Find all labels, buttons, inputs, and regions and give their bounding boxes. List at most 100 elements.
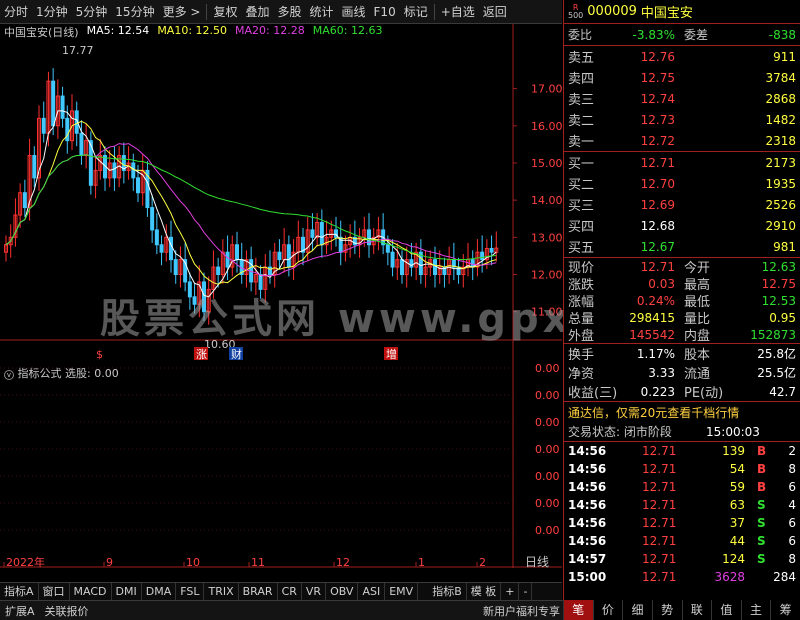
toolbar-button[interactable]: 返回: [479, 3, 511, 20]
toolbar-button[interactable]: 更多 >: [159, 3, 205, 20]
stat-value: 0.223: [640, 384, 675, 399]
tick-side: B: [757, 480, 767, 494]
toolbar-button[interactable]: 画线: [338, 3, 370, 20]
stat-row: 总量 298415 量比 0.95: [564, 309, 800, 328]
ma60-line: [5, 154, 497, 261]
indicator-tab[interactable]: BRAR: [239, 582, 278, 601]
promo-row[interactable]: 通达信，仅需20元查看千档行情: [564, 402, 800, 422]
candle-body: [202, 281, 206, 313]
toolbar-button[interactable]: 5分钟: [72, 3, 112, 20]
toolbar-button[interactable]: 统计: [306, 3, 338, 20]
stat-row: 涨跌 0.03 最高 12.75: [564, 275, 800, 294]
quote-tab[interactable]: 势: [651, 600, 682, 620]
stock-name: 中国宝安: [640, 6, 693, 21]
indicator-tab[interactable]: 窗口: [39, 582, 70, 601]
indicator-tab[interactable]: -: [519, 582, 533, 601]
order-book-label: 卖五: [568, 51, 595, 66]
tick-time: 14:57: [568, 552, 607, 566]
indicator-tab[interactable]: CR: [278, 582, 302, 601]
tick-list[interactable]: 14:56 12.71 139 B 2 14:56 12.71 54 B 8 14:56 12.71 5…: [564, 442, 800, 586]
order-book-row: 卖四 12.75 3784: [564, 67, 800, 88]
tick-time: 15:00: [568, 570, 607, 584]
chart-toolbar: 分时 1分钟 5分钟 15分钟 更多 > 复权 叠加 多股 统计 画线 F10 标记 +自选 返回: [0, 0, 562, 24]
expand-button[interactable]: 扩展A: [0, 603, 40, 619]
tick-row: 14:56 12.71 59 B 6: [564, 478, 800, 496]
time-axis-label: 12: [336, 556, 350, 568]
order-book-volume: 2318: [765, 133, 796, 148]
quote-tab[interactable]: 细: [622, 600, 652, 620]
indicator-tab[interactable]: MACD: [70, 582, 112, 601]
stat-value: 12.71: [640, 259, 675, 274]
stat-value: 0.24%: [636, 293, 675, 308]
toolbar-button[interactable]: 叠加: [241, 3, 273, 20]
indicator-tab[interactable]: 模 板: [467, 582, 502, 601]
event-marker: 增: [386, 347, 397, 361]
promo-text[interactable]: 通达信，仅需20元查看千档行情: [568, 404, 739, 421]
ma10-label: MA10: 12.50: [157, 24, 228, 37]
order-book-volume: 911: [773, 49, 796, 64]
indicator-tab[interactable]: OBV: [326, 582, 359, 601]
indicator-tab[interactable]: DMI: [112, 582, 142, 601]
toolbar-button[interactable]: 复权: [209, 3, 241, 20]
tick-side: S: [757, 516, 766, 530]
toolbar-button[interactable]: 15分钟: [111, 3, 158, 20]
tick-count: 4: [788, 498, 796, 512]
toolbar-button[interactable]: F10: [370, 5, 400, 19]
tick-count: 284: [773, 570, 796, 584]
order-book-label: 买一: [568, 157, 595, 172]
indicator-tab[interactable]: EMV: [385, 582, 419, 601]
indicator-tab[interactable]: 指标A: [0, 582, 39, 601]
ma5-label: MA5: 12.54: [86, 24, 150, 37]
kline-chart[interactable]: 17.00 16.00 15.00 14.00 13.00 12.00 11.00 0.00 0…: [0, 24, 562, 568]
event-marker: 涨: [196, 348, 207, 361]
candle-body: [136, 177, 140, 194]
indicator-tab[interactable]: VR: [302, 582, 327, 601]
promo-link[interactable]: 新用户福利专享: [478, 603, 565, 619]
stat-row: 净资 3.33 流通 25.5亿: [564, 363, 800, 383]
toolbar-button[interactable]: 1分钟: [32, 3, 72, 20]
order-book-price: 12.69: [640, 197, 675, 212]
toolbar-button[interactable]: 分时: [0, 3, 32, 20]
tick-volume: 124: [722, 552, 745, 566]
tick-count: 8: [788, 462, 796, 476]
order-book-row: 买一 12.71 2173: [564, 152, 800, 173]
weibi-row: 委比 -3.83% 委差 -838: [564, 24, 800, 46]
quote-tab[interactable]: 笔: [563, 600, 593, 620]
indicator-tab[interactable]: FSL: [176, 582, 205, 601]
stock-name-label: 中国宝安(日线): [4, 26, 79, 39]
indicator-axis-label: 0.00: [535, 389, 560, 402]
quote-tabs: 笔价细势联值主筹: [563, 600, 800, 620]
order-book-volume: 2173: [765, 155, 796, 170]
indicator-tab[interactable]: TRIX: [204, 582, 239, 601]
price-axis-label: 17.00: [531, 83, 562, 96]
quote-tab[interactable]: 联: [681, 600, 712, 620]
order-book-price: 12.72: [640, 133, 675, 148]
indicator-tab[interactable]: ASI: [358, 582, 386, 601]
quote-tab[interactable]: 主: [740, 600, 771, 620]
tick-side: S: [757, 552, 766, 566]
quote-tab[interactable]: 价: [592, 600, 623, 620]
indicator-axis-label: 0.00: [535, 470, 560, 483]
indicator-tab[interactable]: +: [501, 582, 520, 601]
time-axis-label: 2022年: [6, 555, 45, 568]
indicator-tab[interactable]: 指标B: [428, 582, 467, 601]
order-book-row: 买三 12.69 2526: [564, 194, 800, 215]
toolbar-separator: [206, 3, 208, 20]
toolbar-button[interactable]: 标记: [400, 3, 432, 20]
toolbar-button[interactable]: 多股: [273, 3, 305, 20]
indicator-tab[interactable]: DMA: [142, 582, 177, 601]
quote-tab[interactable]: 筹: [770, 600, 800, 620]
tick-side: S: [757, 498, 766, 512]
candle-body: [319, 221, 324, 246]
tick-price: 12.71: [642, 534, 677, 548]
candle-body: [216, 266, 221, 276]
indicator-legend[interactable]: v 指标公式 选股: 0.00: [4, 365, 119, 381]
chevron-down-icon[interactable]: v: [4, 370, 14, 380]
rank-badge: R 500: [568, 3, 583, 20]
toolbar-button[interactable]: +自选: [437, 3, 479, 20]
quote-tab[interactable]: 值: [711, 600, 741, 620]
related-quote-button[interactable]: 关联报价: [40, 603, 94, 619]
candle-body: [277, 251, 282, 261]
kline-chart-area[interactable]: 17.00 16.00 15.00 14.00 13.00 12.00 11.00 0.00 0…: [0, 24, 562, 568]
indicator-name: 指标公式: [17, 367, 62, 380]
